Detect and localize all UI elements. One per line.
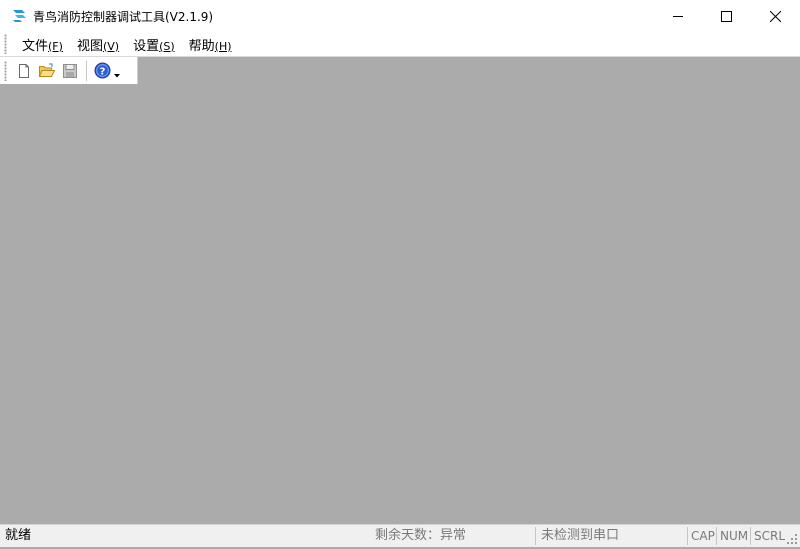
status-serial-port: 未检测到串口 [535,527,687,545]
toolbar-separator [86,60,87,81]
window-title: 青鸟消防控制器调试工具(V2.1.9) [33,9,214,24]
menu-view-label: 视图 [76,38,103,54]
menu-settings-label: 设置 [133,38,160,54]
menu-file[interactable]: 文件 (F) [15,35,70,54]
menu-file-mnemonic: (F) [48,39,63,53]
menu-help-mnemonic: (H) [214,39,232,53]
app-window: 青鸟消防控制器调试工具(V2.1.9) 文件 (F) 视图 (V) 设置 (S) 帮助… [0,0,800,547]
help-dropdown-button[interactable] [114,59,122,82]
menu-file-label: 文件 [22,38,49,54]
menu-settings[interactable]: 设置 (S) [126,35,182,54]
toolbar: ? [0,57,138,84]
status-remaining-days: 剩余天数：异常 [375,528,467,543]
resize-grip-icon[interactable] [787,534,798,545]
status-num-indicator: NUM [716,527,750,545]
save-disk-icon [62,63,77,78]
status-bar: 就绪 剩余天数：异常 未检测到串口 CAP NUM SCRL [0,524,800,547]
maximize-icon [721,10,732,22]
caption-buttons [653,0,800,32]
toolbar-grip[interactable] [4,60,7,81]
menu-help-label: 帮助 [188,38,215,54]
svg-text:?: ? [100,66,106,77]
open-file-button[interactable] [35,59,58,82]
new-file-button[interactable] [12,59,35,82]
workspace-area[interactable] [0,85,800,524]
open-folder-icon [38,63,55,77]
status-cap-indicator: CAP [687,527,718,545]
status-scrl-indicator: SCRL [750,527,786,545]
help-button[interactable]: ? [91,59,114,82]
chevron-down-icon [114,74,120,78]
menubar-grip[interactable] [4,34,7,54]
maximize-button[interactable] [702,0,751,32]
menu-view[interactable]: 视图 (V) [70,35,126,54]
minimize-button[interactable] [653,0,702,32]
menu-bar: 文件 (F) 视图 (V) 设置 (S) 帮助 (H) [0,32,800,57]
minimize-icon [672,16,683,17]
menu-help[interactable]: 帮助 (H) [182,35,239,54]
status-ready: 就绪 [5,528,32,543]
new-file-icon [18,63,29,78]
save-button[interactable] [58,59,81,82]
close-button[interactable] [751,0,800,32]
menu-settings-mnemonic: (S) [159,39,175,53]
close-icon [770,10,781,22]
title-bar[interactable]: 青鸟消防控制器调试工具(V2.1.9) [0,0,800,32]
help-icon: ? [94,62,111,79]
app-logo-icon [11,8,27,24]
menu-view-mnemonic: (V) [102,39,120,53]
